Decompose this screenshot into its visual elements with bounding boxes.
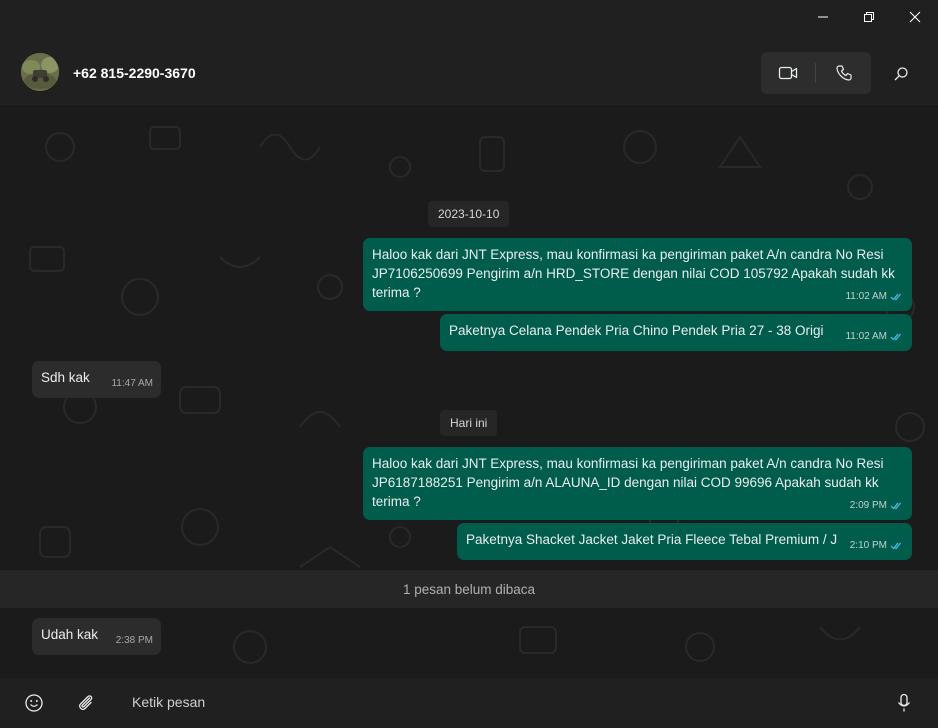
date-separator: Hari ini bbox=[440, 410, 498, 436]
outgoing-message[interactable]: Haloo kak dari JNT Express, mau konfirma… bbox=[363, 447, 912, 520]
video-call-icon bbox=[778, 66, 798, 80]
attach-icon bbox=[79, 695, 93, 710]
minimize-button[interactable] bbox=[800, 0, 846, 34]
window-titlebar bbox=[0, 0, 938, 40]
maximize-button[interactable] bbox=[846, 0, 892, 34]
message-meta: 2:09 PM bbox=[850, 496, 904, 515]
chat-header: +62 815-2290-3670 bbox=[0, 40, 938, 107]
read-receipt-icon bbox=[890, 542, 901, 550]
call-button-group bbox=[761, 52, 871, 94]
contact-name[interactable]: +62 815-2290-3670 bbox=[73, 65, 196, 81]
message-time: 11:02 AM bbox=[845, 331, 887, 342]
read-receipt-icon bbox=[890, 333, 901, 341]
message-text: Paketnya Celana Pendek Pria Chino Pendek… bbox=[449, 323, 824, 338]
message-time: 2:10 PM bbox=[849, 540, 887, 551]
message-input[interactable]: Ketik pesan bbox=[132, 694, 205, 710]
incoming-message[interactable]: Udah kak 2:38 PM bbox=[32, 618, 161, 655]
emoji-button[interactable] bbox=[19, 689, 49, 717]
message-meta: 11:02 AM bbox=[845, 287, 904, 306]
voice-call-icon bbox=[836, 65, 852, 81]
message-time: 11:47 AM bbox=[111, 378, 153, 389]
search-icon bbox=[894, 67, 908, 81]
read-receipt-icon bbox=[890, 293, 901, 301]
microphone-icon bbox=[897, 693, 911, 712]
message-text: Haloo kak dari JNT Express, mau konfirma… bbox=[372, 456, 884, 509]
avatar-photo bbox=[21, 53, 59, 91]
attach-button[interactable] bbox=[71, 689, 101, 717]
message-time: 2:38 PM bbox=[115, 635, 153, 646]
outgoing-message[interactable]: Paketnya Shacket Jacket Jaket Pria Fleec… bbox=[457, 523, 912, 560]
voice-call-button[interactable] bbox=[817, 52, 871, 94]
message-time: 2:09 PM bbox=[849, 500, 887, 511]
date-separator: 2023-10-10 bbox=[428, 201, 510, 227]
voice-message-button[interactable] bbox=[889, 689, 919, 717]
message-text: Sdh kak bbox=[41, 370, 90, 385]
message-meta: 11:47 AM bbox=[111, 374, 153, 393]
message-meta: 11:02 AM bbox=[845, 327, 904, 346]
close-icon bbox=[909, 11, 921, 23]
message-meta: 2:38 PM bbox=[116, 631, 153, 650]
contact-avatar[interactable] bbox=[21, 53, 59, 91]
read-receipt-icon bbox=[890, 502, 901, 510]
video-call-button[interactable] bbox=[761, 52, 815, 94]
minimize-icon bbox=[818, 16, 828, 18]
emoji-icon bbox=[25, 694, 43, 712]
message-text: Udah kak bbox=[41, 627, 99, 642]
search-button[interactable] bbox=[884, 60, 918, 88]
outgoing-message[interactable]: Haloo kak dari JNT Express, mau konfirma… bbox=[363, 238, 912, 311]
chat-area[interactable]: 2023-10-10 Haloo kak dari JNT Express, m… bbox=[0, 107, 938, 678]
close-button[interactable] bbox=[892, 0, 938, 34]
message-time: 11:02 AM bbox=[845, 291, 887, 302]
message-meta: 2:10 PM bbox=[850, 536, 904, 555]
message-composer: Ketik pesan bbox=[0, 678, 938, 728]
message-text: Paketnya Shacket Jacket Jaket Pria Fleec… bbox=[466, 532, 838, 547]
restore-icon bbox=[864, 12, 874, 22]
unread-messages-separator: 1 pesan belum dibaca bbox=[0, 570, 938, 608]
call-divider bbox=[815, 63, 816, 83]
outgoing-message[interactable]: Paketnya Celana Pendek Pria Chino Pendek… bbox=[440, 314, 912, 351]
incoming-message[interactable]: Sdh kak 11:47 AM bbox=[32, 361, 161, 398]
message-text: Haloo kak dari JNT Express, mau konfirma… bbox=[372, 247, 895, 300]
